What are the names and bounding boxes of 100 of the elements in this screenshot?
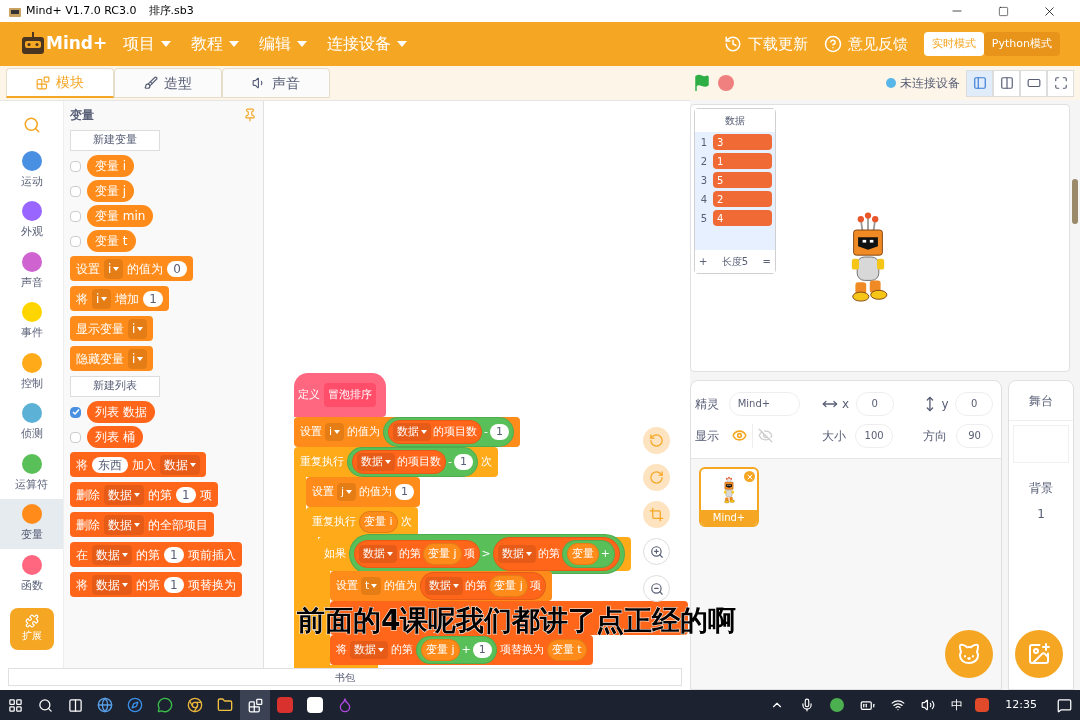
code-block[interactable]: 将 i 增加 1 xyxy=(70,286,169,311)
number-input[interactable]: 0 xyxy=(167,260,187,277)
code-block[interactable]: 将 数据 的第 变量 j + 1 项替换为 变量 t xyxy=(330,635,593,665)
editor-tab[interactable]: 声音 xyxy=(222,68,330,98)
notification-icon[interactable] xyxy=(1057,697,1072,713)
delete-icon[interactable] xyxy=(744,471,755,482)
code-block[interactable]: 将 东西 加入 数据 xyxy=(70,452,206,477)
number-input[interactable]: 1 xyxy=(164,576,184,593)
menu-item[interactable]: 连接设备 xyxy=(327,32,408,56)
category-item[interactable]: 函数 xyxy=(0,549,63,600)
menu-item[interactable]: 项目 xyxy=(123,32,172,56)
c-block[interactable]: 如果 数据 的第 变量 j 项 > 数据 的第 变量 + xyxy=(318,537,631,571)
code-block[interactable]: 删除 数据 的全部项目 xyxy=(70,512,214,537)
c-block[interactable]: 重复执行 变量 i 次 xyxy=(306,507,418,537)
number-input[interactable]: 1 xyxy=(454,454,473,470)
wifi-icon[interactable] xyxy=(891,698,906,712)
layout-button[interactable] xyxy=(993,69,1020,97)
reporter-block[interactable]: 数据 的项目数 xyxy=(388,419,483,445)
new-button[interactable]: 新建变量 xyxy=(70,130,160,151)
pin-icon[interactable] xyxy=(243,108,257,122)
reporter-block[interactable]: 变量 j xyxy=(489,574,528,598)
dropdown[interactable]: i xyxy=(128,318,148,339)
category-item[interactable]: 变量 xyxy=(0,498,63,549)
reporter-block[interactable]: 变量 j + 1 xyxy=(416,635,497,665)
reporter-block[interactable]: 数据 的项目数 - 1 xyxy=(383,416,515,448)
editor-tab[interactable]: 造型 xyxy=(114,68,222,98)
category-item[interactable]: 侦测 xyxy=(0,397,63,448)
dropdown[interactable]: j xyxy=(337,482,357,502)
reporter-block[interactable]: 变量 t xyxy=(546,638,587,662)
checkbox[interactable] xyxy=(70,406,81,418)
reporter-block[interactable]: 数据 的第 变量 j 项 > 数据 的第 变量 + xyxy=(349,533,625,575)
checkbox[interactable] xyxy=(70,235,81,247)
number-input[interactable]: 1 xyxy=(395,484,415,500)
tray-app-icon[interactable] xyxy=(830,698,845,712)
editor-tab[interactable]: 模块 xyxy=(6,68,114,98)
category-item[interactable]: 外观 xyxy=(0,195,63,246)
reporter-block[interactable]: 变量 t xyxy=(87,230,136,252)
reporter-block[interactable]: 变量 i xyxy=(359,510,398,534)
number-input[interactable]: 1 xyxy=(164,546,184,563)
dropdown[interactable]: 数据 xyxy=(393,422,432,442)
dropdown[interactable]: i xyxy=(92,288,112,309)
dropdown[interactable]: i xyxy=(128,348,148,369)
dropdown[interactable]: 数据 xyxy=(92,574,132,595)
category-item[interactable]: 声音 xyxy=(0,246,63,297)
dropdown[interactable]: 数据 xyxy=(160,454,200,475)
microphone-icon[interactable] xyxy=(800,698,815,712)
number-input[interactable]: 1 xyxy=(472,642,492,658)
reporter-block[interactable]: 变量 xyxy=(566,542,599,566)
add-item-button[interactable]: + xyxy=(699,254,708,269)
category-item[interactable]: 事件 xyxy=(0,296,63,347)
menu-item[interactable]: 教程 xyxy=(191,32,240,56)
reporter-block[interactable]: 数据 的第 变量 j 项 xyxy=(420,571,546,601)
code-block[interactable]: 将 数据 的第 1 项替换为 xyxy=(70,572,242,597)
number-input[interactable]: 东西 xyxy=(92,456,128,473)
reporter-block[interactable]: 列表 数据 xyxy=(87,401,155,423)
mode-tab[interactable]: Python模式 xyxy=(983,31,1060,57)
number-input[interactable]: 1 xyxy=(490,424,510,440)
zoom-in-button[interactable] xyxy=(643,538,670,565)
dropdown[interactable]: 数据 xyxy=(104,484,144,505)
category-item[interactable]: 运动 xyxy=(0,145,63,196)
reporter-block[interactable]: 数据 的第 变量 + xyxy=(492,536,620,572)
extension-button[interactable]: 扩展 xyxy=(9,607,54,650)
category-item[interactable]: 运算符 xyxy=(0,448,63,499)
reporter-block[interactable]: 列表 桶 xyxy=(87,426,143,448)
sprite-tile[interactable]: Mind+ xyxy=(699,467,759,527)
number-input[interactable]: 1 xyxy=(143,290,163,307)
reporter-block[interactable]: 变量 j xyxy=(423,542,462,566)
dropdown[interactable]: 数据 xyxy=(92,544,132,565)
clock[interactable]: 12:35 xyxy=(1005,696,1037,714)
checkbox[interactable] xyxy=(70,431,81,443)
checkbox[interactable] xyxy=(70,160,81,172)
c-block[interactable]: 重复执行 数据 的项目数 - 1 次 xyxy=(294,447,498,477)
input-method[interactable]: 中 xyxy=(951,696,964,714)
dropdown[interactable]: 数据 xyxy=(104,514,144,535)
toolbar-link[interactable]: 下载更新 xyxy=(723,32,808,56)
code-block[interactable]: 显示变量 i xyxy=(70,316,154,341)
search-icon[interactable] xyxy=(22,116,41,134)
undo-button[interactable] xyxy=(643,427,670,454)
reporter-block[interactable]: 变量 j xyxy=(87,180,135,202)
zoom-out-button[interactable] xyxy=(643,575,670,602)
backpack-bar[interactable]: 书包 xyxy=(8,668,682,686)
number-input[interactable]: 1 xyxy=(176,486,196,503)
reporter-block[interactable]: 变量 + xyxy=(561,539,615,569)
code-block[interactable]: 在 数据 的第 1 项前插入 xyxy=(70,542,242,567)
layout-button[interactable] xyxy=(966,69,993,97)
checkbox[interactable] xyxy=(70,210,81,222)
tray-app-icon[interactable] xyxy=(975,698,990,712)
dropdown[interactable]: 数据 xyxy=(359,544,397,564)
crop-button[interactable] xyxy=(643,501,670,528)
reporter-block[interactable]: 数据 的项目数 xyxy=(352,449,446,475)
volume-icon[interactable] xyxy=(921,698,936,712)
dropdown[interactable]: i xyxy=(325,422,345,442)
reporter-block[interactable]: 变量 j xyxy=(421,638,460,662)
category-item[interactable]: 控制 xyxy=(0,347,63,398)
new-button[interactable]: 新建列表 xyxy=(70,376,160,397)
resize-handle[interactable]: = xyxy=(762,254,771,269)
toolbar-link[interactable]: 意见反馈 xyxy=(823,32,908,56)
layout-button[interactable] xyxy=(1020,69,1047,97)
dropdown[interactable]: t xyxy=(361,576,382,596)
code-block[interactable]: 设置 i 的值为 数据 的项目数 - 1 xyxy=(294,417,521,447)
